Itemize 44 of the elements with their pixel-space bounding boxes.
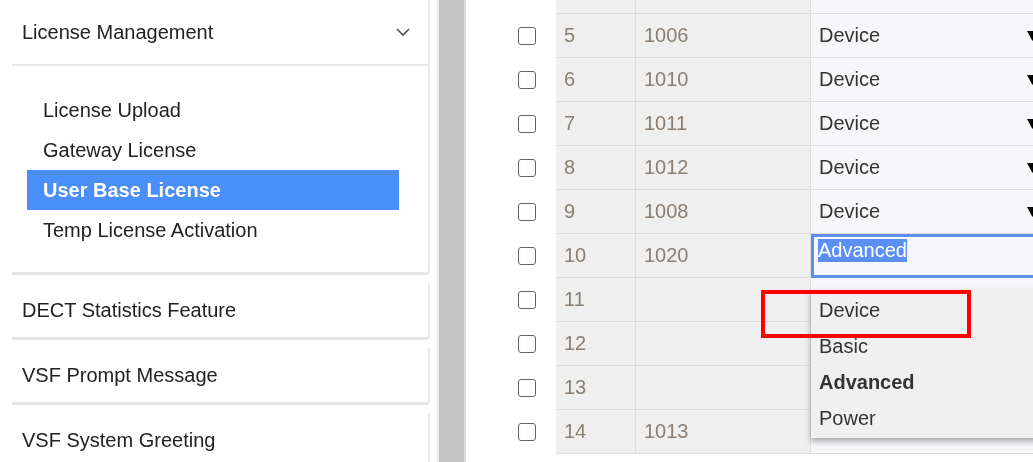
table-cell: 1020	[636, 234, 811, 278]
section-header[interactable]: License Management	[12, 0, 428, 66]
table-cell: 12	[556, 322, 636, 366]
section-header[interactable]: VSF Prompt Message	[12, 348, 428, 402]
checkbox[interactable]	[518, 27, 536, 45]
checkbox[interactable]	[518, 247, 536, 265]
section-header[interactable]: DECT Statistics Feature	[12, 283, 428, 337]
type-select[interactable]: Device	[811, 58, 1033, 102]
dropdown-option[interactable]: Device	[811, 292, 1033, 328]
type-select[interactable]: Device	[811, 14, 1033, 58]
menu-item[interactable]: Temp License Activation	[27, 210, 399, 250]
table-cell: 1006	[636, 14, 811, 58]
dropdown-option[interactable]: Basic	[811, 328, 1033, 364]
table-cell: 6	[556, 58, 636, 102]
dropdown-option[interactable]: Power	[811, 400, 1033, 436]
checkbox[interactable]	[518, 159, 536, 177]
type-select[interactable]: Device	[811, 146, 1033, 190]
table-cell: 7	[556, 102, 636, 146]
table-cell: 5	[556, 14, 636, 58]
menu-item[interactable]: License Upload	[27, 90, 399, 130]
checkbox[interactable]	[518, 115, 536, 133]
table-cell: 1013	[636, 410, 811, 454]
checkbox[interactable]	[518, 379, 536, 397]
table-cell: 1011	[636, 102, 811, 146]
checkbox[interactable]	[518, 335, 536, 353]
table-cell: 1008	[636, 190, 811, 234]
checkbox[interactable]	[518, 423, 536, 441]
scrollbar[interactable]	[437, 0, 466, 462]
table-cell: 8	[556, 146, 636, 190]
section-header[interactable]: VSF System Greeting	[12, 413, 428, 462]
table-cell: 1010	[636, 58, 811, 102]
dropdown-option[interactable]: Advanced	[811, 364, 1033, 400]
type-select[interactable]: Device	[811, 102, 1033, 146]
checkbox[interactable]	[518, 291, 536, 309]
table-cell: 9	[556, 190, 636, 234]
checkbox[interactable]	[518, 71, 536, 89]
table-cell: 14	[556, 410, 636, 454]
table-cell: 10	[556, 234, 636, 278]
table-cell: 11	[556, 278, 636, 322]
checkbox[interactable]	[518, 203, 536, 221]
table-cell: 1012	[636, 146, 811, 190]
menu-item[interactable]: Gateway License	[27, 130, 399, 170]
table-cell: 13	[556, 366, 636, 410]
type-select[interactable]: Device	[811, 190, 1033, 234]
